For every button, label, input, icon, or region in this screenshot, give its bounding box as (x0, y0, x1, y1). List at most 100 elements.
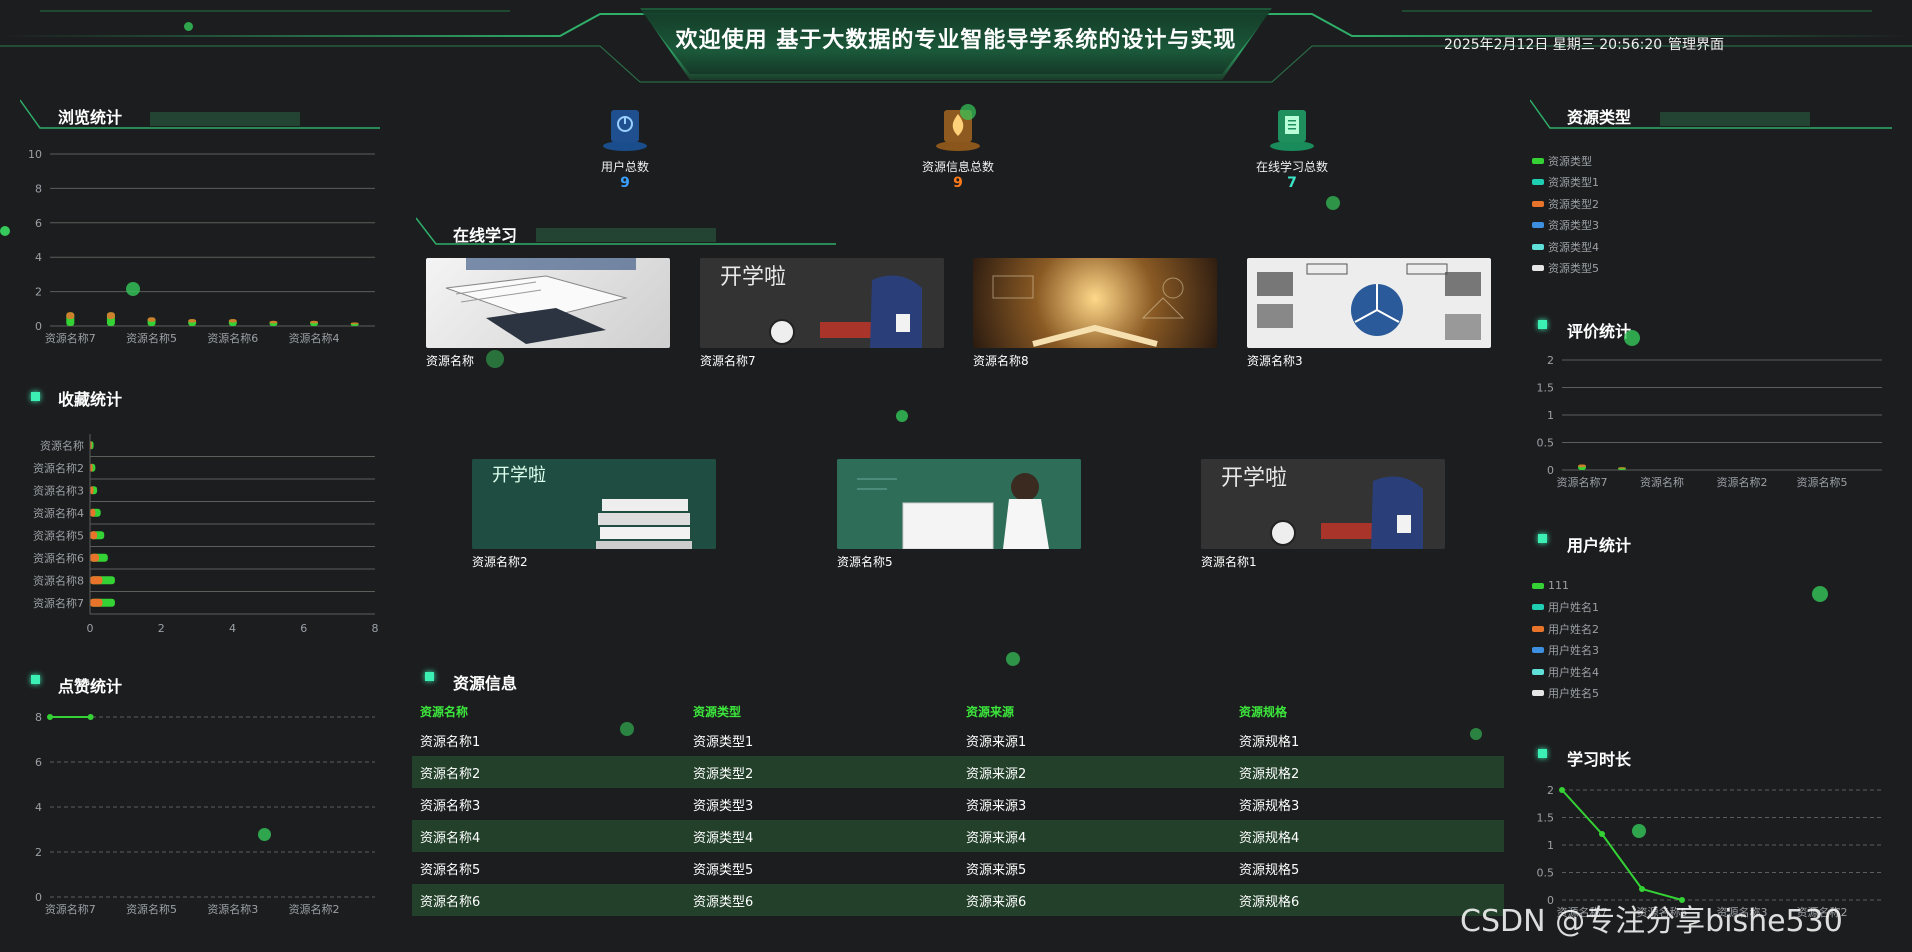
x-tick-label: 资源名称6 (207, 331, 258, 345)
legend-item[interactable]: 资源类型4 (1532, 236, 1599, 258)
legend-swatch (1532, 200, 1544, 207)
table-row[interactable]: 资源名称6 资源类型6 资源来源6 资源规格6 (412, 884, 1504, 916)
y-tick-label: 资源名称 (40, 438, 84, 452)
course-card[interactable]: 资源名称5 (837, 459, 1081, 570)
y-tick-label: 资源名称5 (33, 528, 84, 542)
legend-item[interactable]: 用户姓名1 (1532, 597, 1599, 619)
table-cell: 资源类型3 (693, 798, 754, 814)
course-card[interactable]: 开学啦 资源名称2 (472, 459, 716, 570)
table-cell: 资源规格4 (1239, 830, 1300, 846)
section-marker (31, 392, 40, 401)
y-tick-label: 资源名称2 (33, 461, 84, 475)
x-tick-label: 资源名称7 (45, 331, 96, 345)
browse-chart: 0 2 4 6 8 10 资源名称7 资源名称5 资源名称6 资源名称4 (28, 148, 375, 345)
stat-label: 资源信息总数 (921, 160, 994, 174)
legend-swatch (1532, 265, 1544, 272)
bar-segment (90, 531, 98, 540)
legend-swatch (1532, 604, 1544, 611)
table-cell: 资源来源2 (966, 766, 1027, 782)
open-book-image (426, 258, 670, 348)
y-tick-label: 0 (35, 891, 42, 904)
section-title-online: 在线学习 (453, 226, 518, 245)
data-point (47, 714, 53, 720)
teacher-chalkboard-image (837, 459, 1081, 549)
table-cell: 资源名称1 (420, 734, 481, 750)
table-cell: 资源规格3 (1239, 798, 1300, 814)
legend-item[interactable]: 资源类型2 (1532, 193, 1599, 215)
stat-resources: 资源信息总数 9 (868, 100, 1048, 191)
course-card[interactable]: 开学啦 资源名称7 (700, 258, 944, 369)
section-title-browse: 浏览统计 (58, 108, 123, 127)
table-row[interactable]: 资源名称2 资源类型2 资源来源2 资源规格2 (412, 756, 1504, 788)
legend-item[interactable]: 111 (1532, 575, 1599, 597)
datetime-label: 2025年2月12日 星期三 20:56:20 (1444, 37, 1663, 53)
legend-item[interactable]: 用户姓名2 (1532, 618, 1599, 640)
legend-swatch (1532, 647, 1544, 654)
x-tick-label: 资源名称4 (289, 331, 340, 345)
decor-dot (1624, 330, 1640, 346)
table-cell: 资源类型5 (693, 862, 754, 878)
resource-type-legend: 资源类型 资源类型1 资源类型2 资源类型3 资源类型4 资源类型5 (1532, 150, 1599, 279)
decor-dot (0, 226, 10, 236)
y-tick-label: 8 (35, 711, 42, 724)
legend-label: 资源类型2 (1548, 197, 1599, 211)
table-cell: 资源名称2 (420, 766, 481, 782)
legend-item[interactable]: 资源类型3 (1532, 215, 1599, 237)
x-tick-label: 资源名称3 (207, 902, 258, 916)
table-cell: 资源类型2 (693, 766, 754, 782)
legend-item[interactable]: 用户姓名3 (1532, 640, 1599, 662)
table-cell: 资源来源6 (966, 894, 1027, 910)
flame-icon (928, 100, 988, 154)
course-name: 资源名称7 (700, 354, 756, 368)
table-row[interactable]: 资源名称3 资源类型3 资源来源3 资源规格3 (412, 788, 1504, 820)
bar-segment (90, 598, 103, 607)
legend-swatch (1532, 243, 1544, 250)
table-cell: 资源名称3 (420, 798, 481, 814)
legend-item[interactable]: 用户姓名4 (1532, 661, 1599, 683)
course-card[interactable]: 资源名称3 (1247, 258, 1491, 369)
x-tick-label: 资源名称5 (126, 331, 177, 345)
legend-item[interactable]: 资源类型 (1532, 150, 1599, 172)
course-card[interactable]: 资源名称8 (973, 258, 1217, 369)
stat-value: 9 (953, 175, 963, 191)
section-marker (1538, 534, 1547, 543)
glowing-book-image (973, 258, 1217, 348)
y-tick-label: 2 (35, 286, 42, 299)
stat-users: 用户总数 9 (535, 100, 715, 191)
table-row[interactable]: 资源名称4 资源类型4 资源来源4 资源规格4 (412, 820, 1504, 852)
legend-item[interactable]: 资源类型5 (1532, 258, 1599, 280)
table-row[interactable]: 资源名称1 资源类型1 资源来源1 资源规格1 (412, 724, 1504, 756)
legend-label: 资源类型 (1548, 154, 1592, 168)
section-title-study-time: 学习时长 (1567, 750, 1632, 769)
y-tick-label: 资源名称6 (33, 551, 84, 565)
favorite-chart: 资源名称资源名称2 资源名称3 资源名称4 资源名称5 资源名称6 资源名称8 资源名称70… (33, 434, 379, 635)
bar-segment (350, 322, 359, 325)
table-header: 资源名称 (420, 704, 469, 719)
y-tick-label: 4 (35, 801, 42, 814)
data-point (1639, 886, 1645, 892)
legend-label: 111 (1548, 579, 1569, 593)
x-tick-label: 资源名称 (1640, 475, 1684, 489)
section-marker (1538, 749, 1547, 758)
decor-dot (1470, 728, 1482, 740)
table-cell: 资源类型6 (693, 894, 754, 910)
y-tick-label: 1 (1547, 409, 1554, 422)
section-title-user: 用户统计 (1567, 536, 1632, 555)
course-name: 资源名称2 (472, 555, 528, 569)
y-tick-label: 2 (1547, 354, 1554, 367)
legend-swatch (1532, 625, 1544, 632)
svg-text:开学啦: 开学啦 (1221, 466, 1287, 491)
legend-label: 用户姓名2 (1548, 622, 1599, 636)
course-card[interactable]: 开学啦 资源名称1 (1201, 459, 1445, 570)
x-tick-label: 资源名称2 (289, 902, 340, 916)
table-row[interactable]: 资源名称5 资源类型5 资源来源5 资源规格5 (412, 852, 1504, 884)
bar-segment (90, 553, 99, 562)
legend-item[interactable]: 用户姓名5 (1532, 683, 1599, 705)
legend-swatch (1532, 222, 1544, 229)
legend-swatch (1532, 668, 1544, 675)
admin-link[interactable]: 管理界面 (1668, 34, 1724, 54)
course-card[interactable]: 资源名称 (426, 258, 670, 369)
y-tick-label: 8 (35, 182, 42, 195)
legend-item[interactable]: 资源类型1 (1532, 172, 1599, 194)
data-point (87, 714, 94, 720)
